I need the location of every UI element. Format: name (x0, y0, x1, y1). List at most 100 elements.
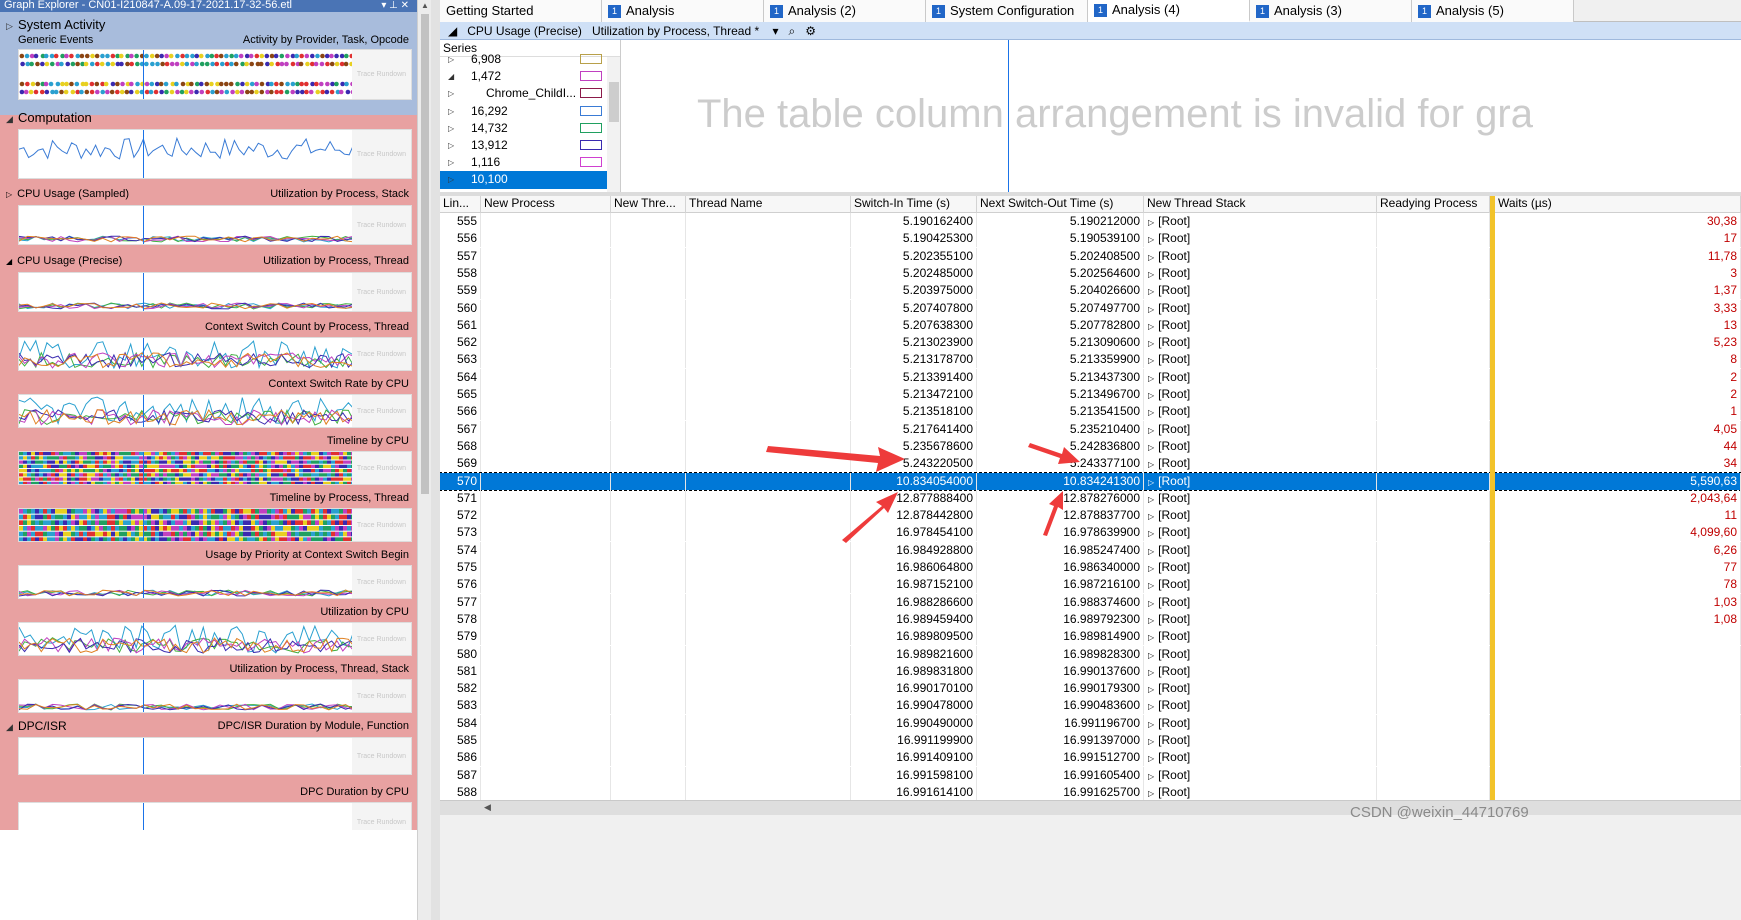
table-row[interactable]: 578 16.989459400 16.989792300 ▷ [Root] 1,08 (440, 610, 1741, 628)
table-row[interactable]: 575 16.986064800 16.986340000 ▷ [Root] 77 (440, 559, 1741, 576)
table-row[interactable]: 562 5.213023900 5.213090600 ▷ [Root] 5,23 (440, 334, 1741, 352)
graph-thumbnail-generic-events[interactable]: Trace Rundown (18, 49, 412, 100)
expand-icon[interactable]: ▷ (1148, 426, 1154, 435)
expand-icon[interactable]: ▷ (1148, 737, 1154, 746)
table-row[interactable]: 567 5.217641400 5.235210400 ▷ [Root] 4,05 (440, 420, 1741, 438)
series-row[interactable]: ▷ 10,100 (440, 171, 620, 189)
column-header[interactable]: Switch-In Time (s) (851, 196, 977, 213)
graph-thumbnail-context-switch-rate[interactable]: Trace Rundown (18, 394, 412, 428)
table-row[interactable]: 557 5.202355100 5.202408500 ▷ [Root] 11,78 (440, 247, 1741, 265)
horizontal-scrollbar[interactable]: ◀ (440, 800, 1741, 815)
scrollbar-thumb[interactable] (421, 14, 429, 494)
expand-icon[interactable]: ▷ (1148, 218, 1154, 227)
expand-icon[interactable]: ▷ (1148, 599, 1154, 608)
table-row[interactable]: 583 16.990478000 16.990483600 ▷ [Root] (440, 697, 1741, 715)
expand-icon[interactable]: ▷ (1148, 633, 1154, 642)
series-row[interactable]: ▷ 1,116 (440, 154, 620, 171)
column-header[interactable]: Thread Name (686, 196, 851, 213)
column-header[interactable]: New Thre... (611, 196, 686, 213)
expand-icon[interactable]: ▷ (1148, 287, 1154, 296)
expand-icon[interactable]: ▷ (1148, 651, 1154, 660)
graph-group-cpu-sampled[interactable]: ▷ CPU Usage (Sampled) (6, 188, 129, 201)
table-row[interactable]: 555 5.190162400 5.190212000 ▷ [Root] 30,38 (440, 213, 1741, 230)
table-row[interactable]: 586 16.991409100 16.991512700 ▷ [Root] (440, 749, 1741, 767)
scroll-left-icon[interactable]: ◀ (484, 802, 491, 813)
graph-thumbnail-computation[interactable]: Trace Rundown (18, 129, 412, 179)
graph-area[interactable]: The table column arrangement is invalid … (621, 40, 1741, 192)
expand-icon[interactable]: ▷ (448, 85, 454, 102)
tab-4[interactable]: 1 Analysis (4) (1088, 0, 1250, 22)
table-row[interactable]: 559 5.203975000 5.204026600 ▷ [Root] 1,37 (440, 282, 1741, 300)
table-row[interactable]: 568 5.235678600 5.242836800 ▷ [Root] 44 (440, 437, 1741, 455)
table-row[interactable]: 566 5.213518100 5.213541500 ▷ [Root] 1 (440, 403, 1741, 421)
tab-6[interactable]: 1 Analysis (5) (1412, 0, 1574, 22)
expand-icon[interactable]: ▷ (1148, 529, 1154, 538)
expand-icon[interactable]: ▷ (448, 120, 454, 137)
collapse-icon[interactable]: ◢ (6, 257, 12, 266)
table-row[interactable]: 570 10.834054000 10.834241300 ▷ [Root] 5,590,… (440, 471, 1741, 491)
graph-group-cpu-precise[interactable]: ◢ CPU Usage (Precise) (6, 255, 122, 268)
series-color-swatch[interactable] (580, 139, 602, 150)
table-row[interactable]: 561 5.207638300 5.207782800 ▷ [Root] 13 (440, 316, 1741, 334)
expand-icon[interactable]: ▷ (1148, 495, 1154, 504)
expand-icon[interactable]: ▷ (1148, 772, 1154, 781)
column-header[interactable]: Readying Process (1377, 196, 1490, 213)
expand-icon[interactable]: ▷ (448, 103, 454, 120)
expand-icon[interactable]: ▷ (1148, 374, 1154, 383)
series-row[interactable]: ▷ 13,912 (440, 137, 620, 154)
series-scrollbar[interactable] (607, 57, 620, 192)
expand-icon[interactable]: ▷ (1148, 702, 1154, 711)
expand-icon[interactable]: ▷ (1148, 581, 1154, 590)
table-row[interactable]: 564 5.213391400 5.213437300 ▷ [Root] 2 (440, 368, 1741, 386)
series-row[interactable]: ▷ 14,732 (440, 120, 620, 137)
expand-icon[interactable]: ▷ (1148, 547, 1154, 556)
graph-thumbnail-utilization-stack[interactable]: Trace Rundown (18, 679, 412, 713)
collapse-view-icon[interactable]: ◢ (448, 24, 457, 38)
table-row[interactable]: 587 16.991598100 16.991605400 ▷ [Root] (440, 766, 1741, 784)
graph-thumbnail-utilization-cpu[interactable]: Trace Rundown (18, 622, 412, 656)
table-row[interactable]: 579 16.989809500 16.989814900 ▷ [Root] (440, 628, 1741, 646)
expand-icon[interactable]: ▷ (1148, 339, 1154, 348)
expand-icon[interactable]: ▷ (1148, 564, 1154, 573)
preset-dropdown[interactable]: Utilization by Process, Thread * ▾ (592, 24, 779, 38)
gear-icon[interactable]: ⚙ (805, 24, 816, 38)
graph-thumbnail-cpu-precise[interactable]: Trace Rundown (18, 272, 412, 312)
expand-icon[interactable]: ▷ (448, 51, 454, 68)
table-row[interactable]: 588 16.991614100 16.991625700 ▷ [Root] (440, 783, 1741, 800)
expand-icon[interactable]: ▷ (448, 137, 454, 154)
column-header[interactable]: Lin... (440, 196, 481, 213)
table-row[interactable]: 563 5.213178700 5.213359900 ▷ [Root] 8 (440, 351, 1741, 369)
tab-2[interactable]: 1 Analysis (2) (764, 0, 926, 22)
expand-icon[interactable]: ▷ (1148, 356, 1154, 365)
series-row[interactable]: ◢ 1,472 (440, 68, 620, 85)
graph-thumbnail-timeline-cpu[interactable]: Trace Rundown (18, 451, 412, 485)
graph-thumbnail-timeline-process[interactable]: Trace Rundown (18, 508, 412, 542)
table-row[interactable]: 558 5.202485000 5.202564600 ▷ [Root] 3 (440, 264, 1741, 282)
graph-thumbnail-cpu-sampled[interactable]: Trace Rundown (18, 205, 412, 245)
expand-icon[interactable]: ▷ (1148, 478, 1154, 487)
series-row[interactable]: ▷ 16,292 (440, 103, 620, 120)
series-color-swatch[interactable] (580, 88, 602, 99)
series-color-swatch[interactable] (580, 105, 602, 116)
category-system-activity[interactable]: ▷ System Activity (0, 17, 105, 34)
column-header[interactable]: New Thread Stack (1144, 196, 1377, 213)
column-header[interactable]: Next Switch-Out Time (s) (977, 196, 1144, 213)
expand-icon[interactable]: ▷ (1148, 720, 1154, 729)
table-row[interactable]: 576 16.987152100 16.987216100 ▷ [Root] 78 (440, 576, 1741, 594)
series-color-swatch[interactable] (580, 157, 602, 168)
table-row[interactable]: 572 12.878442800 12.878837700 ▷ [Root] 11 (440, 507, 1741, 525)
table-row[interactable]: 569 5.243220500 5.243377100 ▷ [Root] 34 (440, 455, 1741, 473)
expand-icon[interactable]: ▷ (1148, 270, 1154, 279)
expand-icon[interactable]: ▷ (1148, 235, 1154, 244)
expand-icon[interactable]: ▷ (1148, 305, 1154, 314)
category-computation[interactable]: ◢ Computation (0, 110, 92, 127)
table-row[interactable]: 565 5.213472100 5.213496700 ▷ [Root] 2 (440, 386, 1741, 403)
table-row[interactable]: 574 16.984928800 16.985247400 ▷ [Root] 6,26 (440, 541, 1741, 559)
expand-icon[interactable]: ▷ (6, 190, 12, 199)
collapse-icon[interactable]: ◢ (6, 111, 18, 127)
tab-3[interactable]: 1 System Configuration (926, 0, 1088, 22)
column-divider-highlight[interactable] (1490, 196, 1495, 800)
scrollbar-thumb[interactable] (609, 82, 619, 122)
table-row[interactable]: 577 16.988286600 16.988374600 ▷ [Root] 1,03 (440, 593, 1741, 611)
panel-splitter[interactable] (431, 0, 440, 920)
